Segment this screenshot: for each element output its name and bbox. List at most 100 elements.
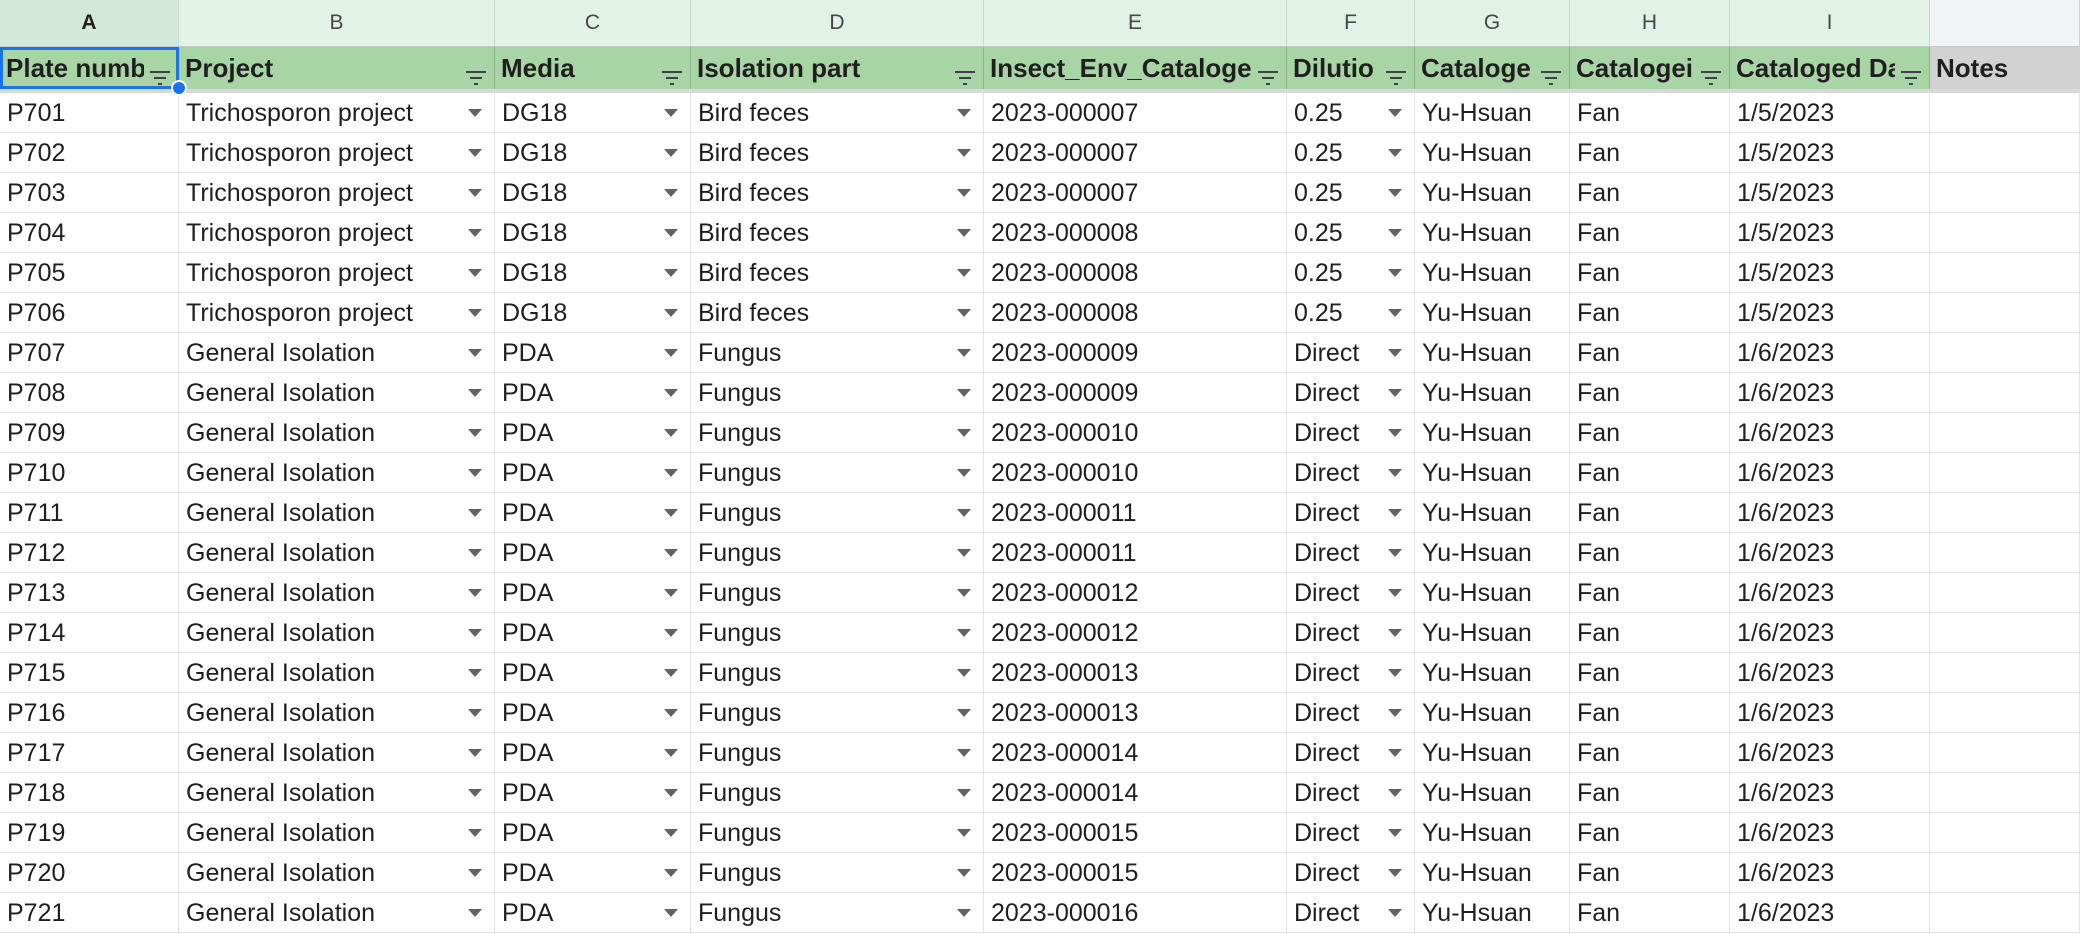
cell-insect-env-cataloged[interactable]: 2023-000010 bbox=[984, 453, 1287, 493]
cell-isolation-part[interactable]: Bird feces bbox=[691, 133, 984, 173]
cell-notes[interactable] bbox=[1930, 733, 2080, 773]
dropdown-arrow-icon[interactable] bbox=[957, 789, 971, 797]
header-cell-project[interactable]: Project bbox=[179, 47, 495, 89]
cell-isolation-part[interactable]: Bird feces bbox=[691, 213, 984, 253]
cell-plate-number[interactable]: P706 bbox=[0, 293, 179, 333]
cell-cataloger-first[interactable]: Yu-Hsuan bbox=[1415, 173, 1570, 213]
cell-plate-number[interactable]: P720 bbox=[0, 853, 179, 893]
cell-cataloger-last[interactable]: Fan bbox=[1570, 813, 1730, 853]
cell-cataloger-first[interactable]: Yu-Hsuan bbox=[1415, 813, 1570, 853]
cell-media[interactable]: DG18 bbox=[495, 253, 691, 293]
cell-media[interactable]: DG18 bbox=[495, 133, 691, 173]
cell-dilution[interactable]: Direct bbox=[1287, 613, 1415, 653]
cell-plate-number[interactable]: P702 bbox=[0, 133, 179, 173]
dropdown-arrow-icon[interactable] bbox=[1388, 629, 1402, 637]
cell-dilution[interactable]: Direct bbox=[1287, 573, 1415, 613]
dropdown-arrow-icon[interactable] bbox=[468, 789, 482, 797]
cell-dilution[interactable]: Direct bbox=[1287, 773, 1415, 813]
dropdown-arrow-icon[interactable] bbox=[468, 589, 482, 597]
header-cell-dilution[interactable]: Dilutio bbox=[1287, 47, 1415, 89]
header-cell-cataloger-last[interactable]: Catalogei bbox=[1570, 47, 1730, 89]
cell-plate-number[interactable]: P714 bbox=[0, 613, 179, 653]
dropdown-arrow-icon[interactable] bbox=[1388, 789, 1402, 797]
cell-project[interactable]: General Isolation bbox=[179, 573, 495, 613]
cell-insect-env-cataloged[interactable]: 2023-000014 bbox=[984, 733, 1287, 773]
cell-isolation-part[interactable]: Fungus bbox=[691, 373, 984, 413]
cell-dilution[interactable]: Direct bbox=[1287, 333, 1415, 373]
cell-cataloger-first[interactable]: Yu-Hsuan bbox=[1415, 693, 1570, 733]
cell-project[interactable]: General Isolation bbox=[179, 613, 495, 653]
selection-fill-handle[interactable] bbox=[171, 80, 187, 96]
cell-dilution[interactable]: Direct bbox=[1287, 533, 1415, 573]
cell-project[interactable]: General Isolation bbox=[179, 533, 495, 573]
dropdown-arrow-icon[interactable] bbox=[664, 389, 678, 397]
filter-icon[interactable] bbox=[1384, 58, 1408, 85]
cell-cataloger-last[interactable]: Fan bbox=[1570, 293, 1730, 333]
cell-media[interactable]: PDA bbox=[495, 573, 691, 613]
cell-notes[interactable] bbox=[1930, 813, 2080, 853]
cell-cataloger-first[interactable]: Yu-Hsuan bbox=[1415, 733, 1570, 773]
cell-media[interactable]: DG18 bbox=[495, 213, 691, 253]
dropdown-arrow-icon[interactable] bbox=[1388, 669, 1402, 677]
column-header-f[interactable]: F bbox=[1287, 0, 1415, 46]
cell-cataloger-first[interactable]: Yu-Hsuan bbox=[1415, 253, 1570, 293]
cell-dilution[interactable]: Direct bbox=[1287, 813, 1415, 853]
dropdown-arrow-icon[interactable] bbox=[1388, 869, 1402, 877]
dropdown-arrow-icon[interactable] bbox=[468, 269, 482, 277]
cell-cataloged-date[interactable]: 1/5/2023 bbox=[1730, 213, 1930, 253]
cell-media[interactable]: PDA bbox=[495, 733, 691, 773]
dropdown-arrow-icon[interactable] bbox=[468, 869, 482, 877]
cell-isolation-part[interactable]: Fungus bbox=[691, 333, 984, 373]
dropdown-arrow-icon[interactable] bbox=[468, 709, 482, 717]
cell-cataloged-date[interactable]: 1/6/2023 bbox=[1730, 533, 1930, 573]
dropdown-arrow-icon[interactable] bbox=[468, 229, 482, 237]
cell-cataloger-first[interactable]: Yu-Hsuan bbox=[1415, 653, 1570, 693]
cell-notes[interactable] bbox=[1930, 693, 2080, 733]
dropdown-arrow-icon[interactable] bbox=[664, 869, 678, 877]
cell-cataloged-date[interactable]: 1/6/2023 bbox=[1730, 853, 1930, 893]
filter-icon[interactable] bbox=[953, 58, 977, 85]
cell-insect-env-cataloged[interactable]: 2023-000007 bbox=[984, 93, 1287, 133]
cell-notes[interactable] bbox=[1930, 493, 2080, 533]
cell-media[interactable]: PDA bbox=[495, 853, 691, 893]
cell-notes[interactable] bbox=[1930, 253, 2080, 293]
filter-icon[interactable] bbox=[1699, 58, 1723, 85]
cell-plate-number[interactable]: P712 bbox=[0, 533, 179, 573]
cell-dilution[interactable]: Direct bbox=[1287, 653, 1415, 693]
cell-cataloged-date[interactable]: 1/6/2023 bbox=[1730, 733, 1930, 773]
cell-dilution[interactable]: Direct bbox=[1287, 733, 1415, 773]
column-header-blank[interactable] bbox=[1930, 0, 2080, 46]
dropdown-arrow-icon[interactable] bbox=[664, 629, 678, 637]
cell-cataloger-first[interactable]: Yu-Hsuan bbox=[1415, 773, 1570, 813]
cell-insect-env-cataloged[interactable]: 2023-000010 bbox=[984, 413, 1287, 453]
cell-insect-env-cataloged[interactable]: 2023-000016 bbox=[984, 893, 1287, 933]
cell-cataloged-date[interactable]: 1/5/2023 bbox=[1730, 293, 1930, 333]
cell-isolation-part[interactable]: Bird feces bbox=[691, 173, 984, 213]
cell-project[interactable]: General Isolation bbox=[179, 373, 495, 413]
dropdown-arrow-icon[interactable] bbox=[957, 549, 971, 557]
cell-project[interactable]: General Isolation bbox=[179, 853, 495, 893]
cell-cataloged-date[interactable]: 1/5/2023 bbox=[1730, 253, 1930, 293]
cell-media[interactable]: PDA bbox=[495, 773, 691, 813]
cell-cataloged-date[interactable]: 1/5/2023 bbox=[1730, 93, 1930, 133]
dropdown-arrow-icon[interactable] bbox=[468, 389, 482, 397]
cell-insect-env-cataloged[interactable]: 2023-000011 bbox=[984, 493, 1287, 533]
cell-plate-number[interactable]: P704 bbox=[0, 213, 179, 253]
dropdown-arrow-icon[interactable] bbox=[664, 789, 678, 797]
cell-project[interactable]: Trichosporon project bbox=[179, 253, 495, 293]
column-header-h[interactable]: H bbox=[1570, 0, 1730, 46]
dropdown-arrow-icon[interactable] bbox=[664, 549, 678, 557]
dropdown-arrow-icon[interactable] bbox=[1388, 509, 1402, 517]
cell-isolation-part[interactable]: Fungus bbox=[691, 573, 984, 613]
cell-cataloger-last[interactable]: Fan bbox=[1570, 613, 1730, 653]
dropdown-arrow-icon[interactable] bbox=[1388, 149, 1402, 157]
cell-dilution[interactable]: Direct bbox=[1287, 413, 1415, 453]
cell-dilution[interactable]: Direct bbox=[1287, 493, 1415, 533]
header-cell-plate-number[interactable]: Plate numb bbox=[0, 47, 179, 89]
cell-cataloger-last[interactable]: Fan bbox=[1570, 173, 1730, 213]
cell-cataloger-last[interactable]: Fan bbox=[1570, 533, 1730, 573]
cell-plate-number[interactable]: P716 bbox=[0, 693, 179, 733]
dropdown-arrow-icon[interactable] bbox=[1388, 309, 1402, 317]
cell-insect-env-cataloged[interactable]: 2023-000007 bbox=[984, 173, 1287, 213]
cell-project[interactable]: Trichosporon project bbox=[179, 133, 495, 173]
